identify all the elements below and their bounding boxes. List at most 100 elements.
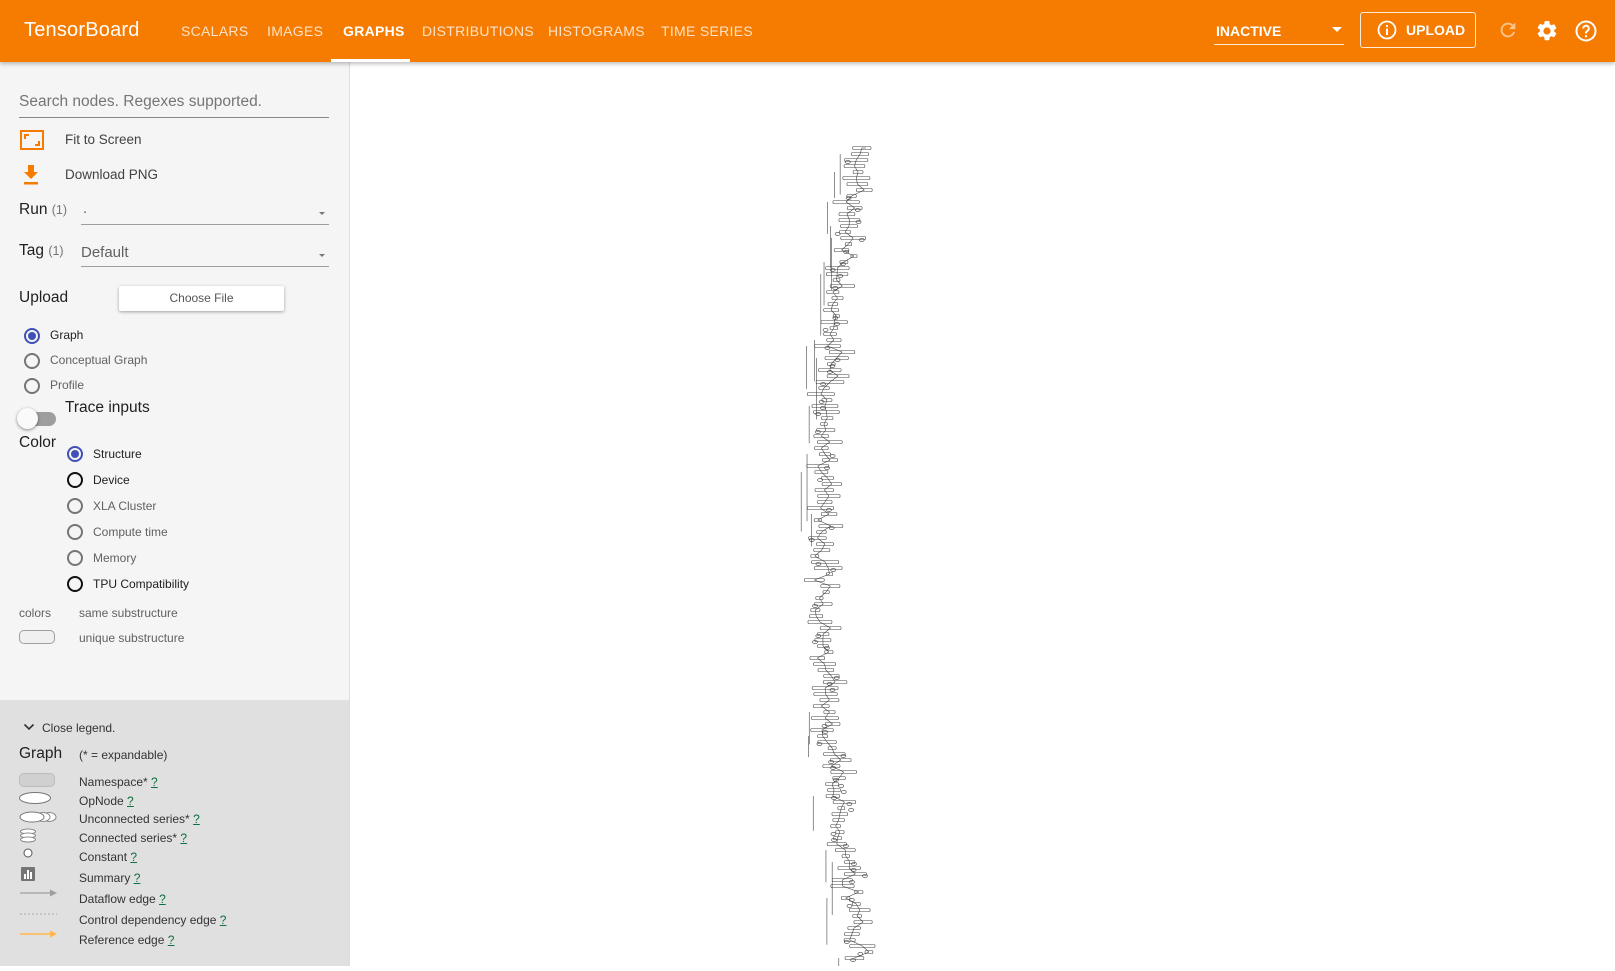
graph-edge[interactable] [826,586,830,592]
graph-edge[interactable] [847,208,855,214]
graph-edge[interactable] [821,700,829,706]
graph-node[interactable] [829,761,834,764]
graph-edge[interactable] [854,166,858,172]
graph-edge[interactable] [845,850,846,856]
graph-node[interactable] [830,689,835,692]
opnode-help-link[interactable]: ? [127,794,134,808]
tab-histograms[interactable]: HISTOGRAMS [548,0,645,62]
status-select[interactable]: INACTIVE [1214,18,1344,45]
graph-edge[interactable] [849,862,850,868]
graph-node[interactable] [816,563,821,566]
tag-dropdown[interactable]: Default [81,242,329,267]
trace-inputs-toggle-knob[interactable] [17,408,38,429]
graph-node[interactable] [826,509,831,512]
graph-edge[interactable] [862,946,869,952]
profile-radio[interactable] [24,378,40,394]
color-xla-cluster-radio[interactable] [67,498,83,514]
graph-edge[interactable] [850,934,852,940]
tab-time-series[interactable]: TIME SERIES [661,0,753,62]
graph-node[interactable] [833,801,856,804]
graph-node[interactable] [823,731,828,734]
graph-node[interactable] [851,869,856,872]
graph-edge[interactable] [815,550,822,556]
graph-edge[interactable] [825,712,829,718]
graph-node[interactable] [833,287,838,290]
tab-graphs[interactable]: GRAPHS [343,0,405,62]
conceptual-graph-radio-label[interactable]: Conceptual Graph [50,353,147,367]
tab-distributions[interactable]: DISTRIBUTIONS [422,0,534,62]
color-memory-radio[interactable] [67,550,83,566]
graph-edge[interactable] [837,352,842,358]
graph-edge[interactable] [817,658,824,664]
graph-edge[interactable] [825,400,827,406]
graph-node[interactable] [851,863,856,866]
graph-edge[interactable] [834,754,840,760]
graph-node[interactable] [830,269,835,272]
conceptual-graph-radio[interactable] [24,353,40,369]
graph-edge[interactable] [860,148,862,154]
color-structure-radio[interactable] [67,446,83,462]
graph-node[interactable] [820,407,825,410]
choose-file-button[interactable]: Choose File [119,286,284,311]
graph-edge[interactable] [825,496,829,502]
fit-to-screen-button[interactable]: Fit to Screen [65,132,142,147]
constant-help-link[interactable]: ? [130,850,137,864]
graph-edge[interactable] [845,232,853,238]
graph-edge[interactable] [825,718,833,724]
graph-edge[interactable] [821,430,826,436]
graph-edge[interactable] [822,544,825,550]
summary-help-link[interactable]: ? [134,871,141,885]
graph-edge[interactable] [824,490,829,496]
graph-edge[interactable] [831,310,836,316]
graph-edge[interactable] [848,238,853,244]
connected-series-help-link[interactable]: ? [180,831,187,845]
graph-edge[interactable] [827,478,831,484]
color-compute-time-label[interactable]: Compute time [93,525,168,539]
graph-edge[interactable] [824,418,827,424]
graph-edge[interactable] [821,448,824,454]
graph-structure[interactable] [801,147,875,967]
graph-edge[interactable] [831,304,833,310]
graph-edge[interactable] [826,670,832,676]
graph-edge[interactable] [827,340,833,346]
graph-edge[interactable] [820,622,831,628]
graph-edge[interactable] [850,940,863,946]
graph-edge[interactable] [836,820,839,826]
search-nodes-input[interactable]: Search nodes. Regexes supported. [19,93,329,118]
color-memory-label[interactable]: Memory [93,551,136,565]
graph-edge[interactable] [839,772,844,778]
graph-node[interactable] [845,161,850,164]
graph-node[interactable] [841,755,846,758]
graph-edge[interactable] [822,730,823,736]
graph-node[interactable] [830,455,835,458]
graph-edge[interactable] [824,484,832,490]
graph-edge[interactable] [837,832,839,838]
graph-node[interactable] [819,525,843,528]
graph-edge[interactable] [844,256,854,262]
graph-edge[interactable] [821,706,829,712]
graph-edge[interactable] [837,262,844,268]
graph-edge[interactable] [823,628,830,634]
graph-node[interactable] [859,239,864,242]
color-structure-label[interactable]: Structure [93,447,142,461]
graph-edge[interactable] [854,922,863,928]
graph-node[interactable] [829,527,834,530]
graph-edge[interactable] [857,910,860,916]
graph-edge[interactable] [840,808,841,814]
graph-edge[interactable] [817,652,829,658]
graph-node[interactable] [815,431,820,434]
graph-radio[interactable] [24,328,40,344]
graph-node[interactable] [844,941,849,944]
graph-node[interactable] [855,209,860,212]
graph-edge[interactable] [830,328,834,334]
graph-node[interactable] [821,383,826,386]
tab-images[interactable]: IMAGES [267,0,323,62]
graph-edge[interactable] [821,472,827,478]
graph-edge[interactable] [842,886,858,892]
graph-edge[interactable] [825,562,828,568]
graph-node[interactable] [835,233,840,236]
graph-edge[interactable] [814,574,829,580]
graph-edge[interactable] [824,424,826,430]
graph-node[interactable] [847,905,852,908]
dataflow-edge-help-link[interactable]: ? [159,892,166,906]
